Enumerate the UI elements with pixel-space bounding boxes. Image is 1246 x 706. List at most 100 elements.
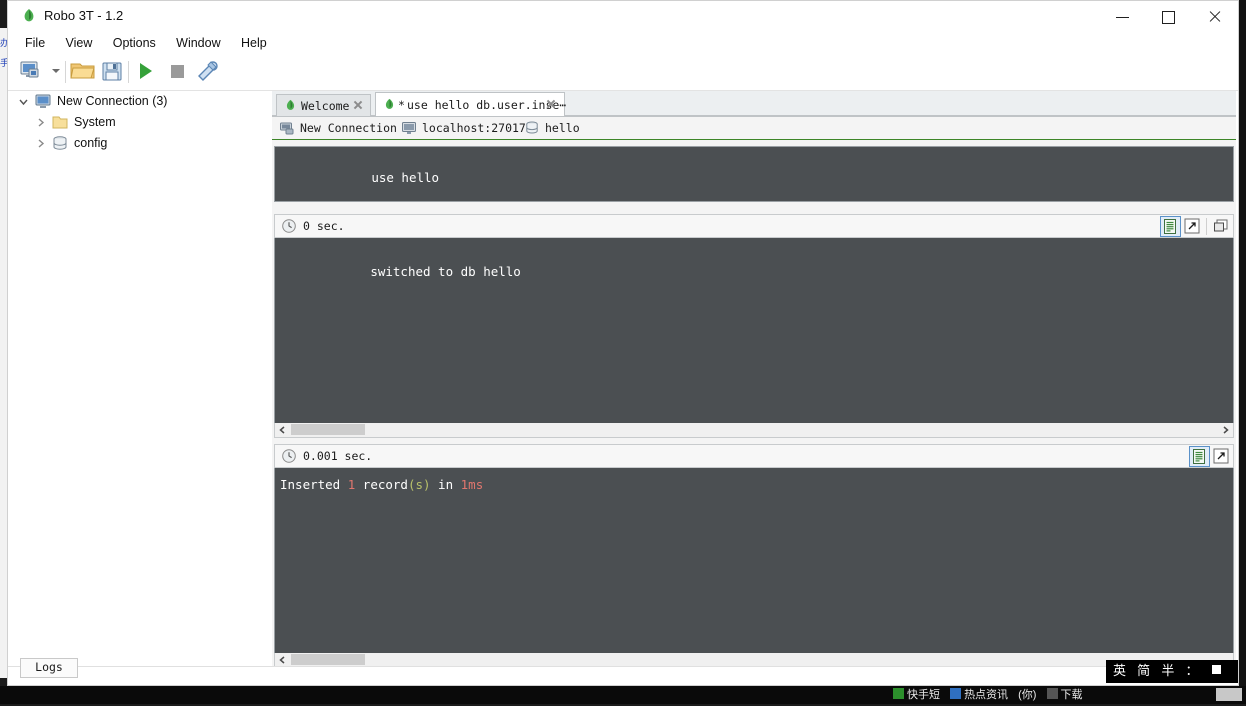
result-panel-1[interactable]: switched to db hello (274, 238, 1234, 423)
main-window: Robo 3T - 1.2 File View Options Window H… (7, 0, 1239, 686)
robomongo-leaf-icon (21, 8, 37, 24)
tab-modified-marker: * (398, 98, 405, 112)
tab-welcome[interactable]: Welcome (276, 94, 371, 116)
tab-strip: Welcome * use hello db.user.inse⋯ (272, 91, 1236, 117)
text-view-button[interactable] (1189, 446, 1210, 467)
hscroll-thumb[interactable] (291, 424, 365, 435)
taskbar-item[interactable]: 热点资讯 (950, 687, 1008, 703)
dock-view-button[interactable] (1211, 216, 1232, 237)
menu-item-file[interactable]: File (17, 32, 54, 54)
close-icon[interactable] (545, 98, 557, 110)
connection-info-bar: New Connection localhost:27017 hello (272, 117, 1236, 140)
result-bar-2: 0.001 sec. (274, 444, 1234, 468)
tab-label: use hello db.user.inse⋯ (407, 98, 567, 112)
tree-item-new-connection[interactable]: New Connection (3) (8, 91, 266, 112)
taskbar-app-icon (950, 688, 962, 699)
ime-halfwidth-cell[interactable]: 半 (1161, 660, 1174, 683)
result-token: record (355, 477, 408, 492)
open-button[interactable] (69, 59, 97, 86)
taskbar-item[interactable]: 快手短 (893, 687, 940, 703)
folder-icon (52, 115, 68, 130)
query-editor[interactable]: use hello db.user.insert({"name":"fuck"}… (274, 146, 1234, 202)
server-monitor-icon (35, 94, 51, 109)
ime-indicator[interactable]: 英 简 半 ： (1106, 660, 1238, 699)
result-token: Inserted (280, 477, 348, 492)
server-icon (280, 121, 294, 135)
close-button[interactable] (1192, 1, 1238, 32)
result-bar-1: 0 sec. (274, 214, 1234, 238)
menu-item-help[interactable]: Help (233, 32, 276, 54)
taskbar-item-label: 下载 (1060, 689, 1083, 701)
view-separator (1206, 218, 1207, 235)
leaf-icon (284, 99, 297, 112)
result-token: 1ms (460, 477, 484, 492)
ime-punctuation-cell[interactable]: ： (1185, 660, 1198, 683)
close-icon[interactable] (352, 99, 364, 111)
tree-item-system[interactable]: System (8, 112, 266, 133)
minimize-button[interactable] (1100, 1, 1146, 32)
logs-button[interactable]: Logs (20, 658, 78, 678)
taskbar-show-desktop[interactable] (1216, 688, 1242, 701)
tree-item-label: New Connection (3) (57, 94, 168, 108)
connect-button[interactable] (18, 59, 46, 86)
window-controls (1100, 1, 1238, 32)
toolbar-separator-1 (65, 61, 66, 83)
expand-view-button[interactable] (1182, 216, 1203, 237)
chevron-down-icon[interactable] (52, 69, 60, 73)
chevron-left-icon[interactable] (275, 653, 290, 666)
stop-button[interactable] (165, 59, 193, 86)
chevron-right-icon[interactable] (35, 138, 46, 149)
menu-item-view[interactable]: View (58, 32, 102, 54)
text-view-button[interactable] (1160, 216, 1181, 237)
ime-language-cell[interactable]: 英 (1113, 660, 1126, 683)
taskbar-item-label: 热点资讯 (964, 689, 1009, 701)
desktop-left-edge: 办 手 (0, 28, 9, 678)
chevron-down-icon[interactable] (18, 96, 29, 107)
result-token: (s) (407, 477, 431, 492)
body-area: New Connection (3) System config Welcome… (8, 91, 1238, 668)
status-bar: Logs (8, 658, 1238, 685)
info-label: localhost:27017 (422, 121, 526, 135)
taskbar-item[interactable]: 下载 (1046, 687, 1083, 703)
taskbar-item-label: 快手短 (907, 689, 940, 701)
hscroll-thumb[interactable] (291, 654, 365, 665)
maximize-button[interactable] (1146, 1, 1192, 32)
windows-taskbar: 快手短 热点资讯 (你) 下载 (0, 686, 1246, 704)
result-token: in (430, 477, 461, 492)
ime-square-icon[interactable] (1211, 665, 1221, 674)
info-label: hello (545, 121, 580, 135)
tab-query-use-hello[interactable]: * use hello db.user.inse⋯ (375, 92, 567, 116)
chevron-right-icon[interactable] (1218, 423, 1233, 436)
tab-label: Welcome (301, 99, 350, 113)
monitor-icon (402, 121, 416, 135)
title-bar: Robo 3T - 1.2 (8, 1, 1238, 32)
tree-item-config[interactable]: config (8, 133, 266, 154)
leaf-icon (383, 98, 396, 111)
close-icon (1208, 10, 1221, 23)
execute-button[interactable] (133, 59, 161, 86)
save-button[interactable] (100, 59, 128, 86)
result-line: Inserted 1 record(s) in 1ms (280, 476, 1233, 493)
menu-item-options[interactable]: Options (105, 32, 165, 54)
tree-item-label: config (74, 136, 108, 150)
tree-item-label: System (74, 115, 116, 129)
chevron-right-icon[interactable] (35, 117, 46, 128)
menu-item-window[interactable]: Window (168, 32, 229, 54)
tools-button[interactable] (195, 59, 223, 86)
taskbar-item[interactable]: (你) (1018, 687, 1036, 703)
app-root: 办 手 Robo 3T - 1.2 File View Options Wind… (0, 0, 1246, 704)
taskbar-items: 快手短 热点资讯 (你) 下载 (893, 687, 1090, 703)
menu-bar: File View Options Window Help (8, 32, 1238, 55)
sidebar-explorer: New Connection (3) System config (8, 91, 266, 668)
result-hscrollbar-1[interactable] (274, 423, 1234, 438)
connection-tree: New Connection (3) System config (8, 91, 266, 154)
clock-icon (281, 218, 297, 234)
minimize-icon (1116, 17, 1129, 18)
ime-simplified-cell[interactable]: 简 (1137, 660, 1150, 683)
toolbar-separator-2 (128, 61, 129, 83)
result-panel-2[interactable]: Inserted 1 record(s) in 1ms (274, 468, 1234, 653)
info-label: New Connection (300, 121, 397, 135)
chevron-left-icon[interactable] (275, 423, 290, 436)
database-icon (52, 136, 68, 151)
expand-view-button[interactable] (1211, 446, 1232, 467)
